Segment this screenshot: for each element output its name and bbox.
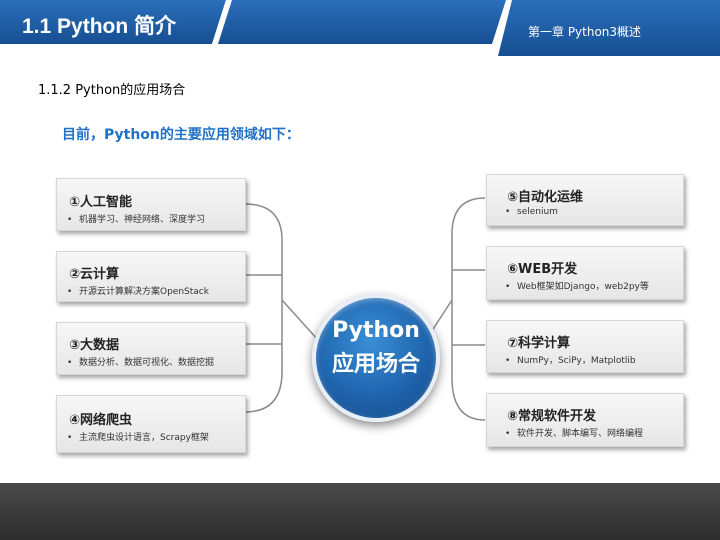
app-area-title: ①人工智能 xyxy=(69,195,133,210)
app-area-box-web: ⑥WEB开发 • Web框架如Django，web2py等 xyxy=(486,246,684,300)
app-area-title: ⑥WEB开发 xyxy=(507,262,578,277)
app-area-title: ②云计算 xyxy=(69,267,120,282)
app-area-detail-text: 主流爬虫设计语言，Scrapy框架 xyxy=(79,433,209,443)
center-title-line1: Python xyxy=(332,318,420,343)
app-area-detail: • 主流爬虫设计语言，Scrapy框架 xyxy=(67,430,209,443)
app-area-box-science: ⑦科学计算 • NumPy，SciPy，Matplotlib xyxy=(486,320,684,373)
app-area-box-bigdata: ③大数据 • 数据分析、数据可视化、数据挖掘 xyxy=(56,322,246,375)
app-area-detail-text: 机器学习、神经网络、深度学习 xyxy=(79,215,206,225)
app-area-detail-text: 软件开发、脚本编写、网络编程 xyxy=(517,429,644,439)
bullet-icon: • xyxy=(505,282,511,292)
bullet-icon: • xyxy=(505,207,511,217)
app-area-detail-text: Web框架如Django，web2py等 xyxy=(517,282,649,292)
app-area-title: ⑤自动化运维 xyxy=(507,190,584,205)
bullet-icon: • xyxy=(67,287,73,297)
app-area-detail: • 开源云计算解决方案OpenStack xyxy=(67,284,209,297)
app-area-detail: • Web框架如Django，web2py等 xyxy=(505,279,649,292)
app-area-detail: • 数据分析、数据可视化、数据挖掘 xyxy=(67,355,214,368)
app-area-title: ⑧常规软件开发 xyxy=(507,409,597,424)
app-area-box-devops: ⑤自动化运维 • selenium xyxy=(486,174,684,226)
footer-bar xyxy=(0,483,720,540)
app-area-detail: • 机器学习、神经网络、深度学习 xyxy=(67,212,205,225)
app-area-title: ④网络爬虫 xyxy=(69,413,133,428)
center-title-line2: 应用场合 xyxy=(331,352,420,377)
app-area-box-crawler: ④网络爬虫 • 主流爬虫设计语言，Scrapy框架 xyxy=(56,395,246,453)
app-area-box-software: ⑧常规软件开发 • 软件开发、脚本编写、网络编程 xyxy=(486,393,684,447)
app-area-detail: • 软件开发、脚本编写、网络编程 xyxy=(505,426,643,439)
app-area-box-ai: ①人工智能 • 机器学习、神经网络、深度学习 xyxy=(56,178,246,231)
app-area-detail-text: 数据分析、数据可视化、数据挖掘 xyxy=(79,358,215,368)
bullet-icon: • xyxy=(505,356,511,366)
bullet-icon: • xyxy=(67,215,73,225)
app-area-box-cloud: ②云计算 • 开源云计算解决方案OpenStack xyxy=(56,251,246,302)
center-circle: Python 应用场合 xyxy=(312,294,440,422)
bullet-icon: • xyxy=(67,358,73,368)
app-area-detail-text: 开源云计算解决方案OpenStack xyxy=(79,287,209,297)
bullet-icon: • xyxy=(505,429,511,439)
app-area-detail-text: NumPy，SciPy，Matplotlib xyxy=(517,356,636,366)
app-area-detail-text: selenium xyxy=(517,207,558,217)
app-area-title: ③大数据 xyxy=(69,338,120,353)
app-area-detail: • NumPy，SciPy，Matplotlib xyxy=(505,353,636,366)
app-area-title: ⑦科学计算 xyxy=(507,336,571,351)
app-area-detail: • selenium xyxy=(505,207,558,217)
bullet-icon: • xyxy=(67,433,73,443)
